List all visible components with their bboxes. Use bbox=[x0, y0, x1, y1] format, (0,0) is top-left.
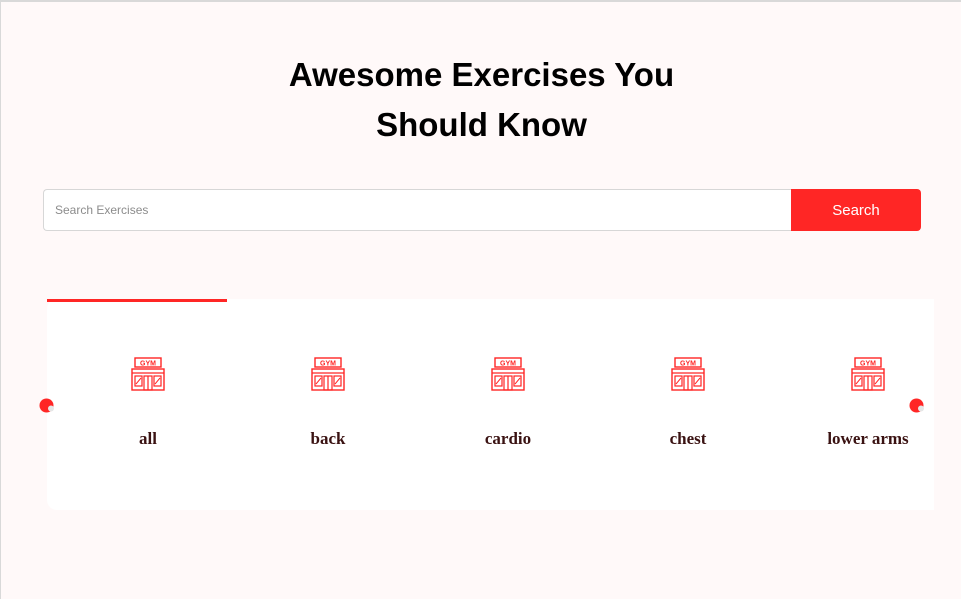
gym-icon: GYM bbox=[671, 357, 705, 391]
category-card-all[interactable]: GYM all bbox=[58, 356, 238, 466]
page-title-line-2: Should Know bbox=[376, 106, 587, 143]
page-title: Awesome Exercises You Should Know bbox=[0, 50, 961, 150]
category-label: back bbox=[310, 429, 346, 448]
search-button[interactable]: Search bbox=[791, 189, 921, 231]
right-arrow-icon[interactable] bbox=[909, 398, 924, 413]
active-category-indicator bbox=[47, 299, 227, 302]
gym-icon: GYM bbox=[131, 357, 165, 391]
category-label: lower arms bbox=[827, 429, 909, 448]
gym-icon-text: GYM bbox=[320, 361, 336, 368]
gym-icon: GYM bbox=[311, 357, 345, 391]
category-label: chest bbox=[669, 429, 707, 448]
gym-icon: GYM bbox=[851, 357, 885, 391]
category-card-chest[interactable]: GYM chest bbox=[598, 356, 778, 466]
category-label: cardio bbox=[484, 429, 532, 448]
gym-icon-text: GYM bbox=[500, 361, 516, 368]
category-card-cardio[interactable]: GYM cardio bbox=[418, 356, 598, 466]
category-card-back[interactable]: GYM back bbox=[238, 356, 418, 466]
gym-icon-text: GYM bbox=[140, 361, 156, 368]
search-input[interactable] bbox=[43, 189, 791, 231]
gym-icon-text: GYM bbox=[860, 361, 876, 368]
left-arrow-icon[interactable] bbox=[39, 398, 54, 413]
category-card-lower-arms[interactable]: GYM lower arms bbox=[778, 356, 958, 466]
window-top-border bbox=[0, 0, 961, 2]
gym-icon: GYM bbox=[491, 357, 525, 391]
gym-icon-text: GYM bbox=[680, 361, 696, 368]
page-title-line-1: Awesome Exercises You bbox=[288, 56, 675, 93]
category-label: all bbox=[139, 429, 157, 448]
